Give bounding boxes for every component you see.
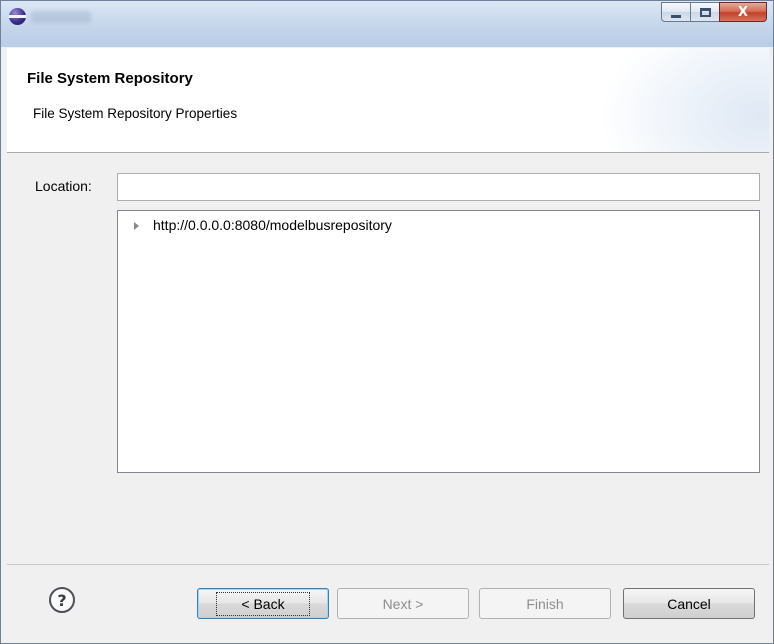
minimize-button[interactable] — [661, 2, 690, 22]
minimize-icon — [671, 14, 681, 18]
expand-arrow-icon[interactable] — [134, 222, 139, 230]
close-icon: X — [737, 4, 749, 20]
help-icon: ? — [57, 590, 67, 610]
wizard-content: Location: http://0.0.0.0:8080/modelbusre… — [7, 154, 769, 564]
maximize-button[interactable] — [690, 2, 719, 22]
eclipse-icon — [9, 8, 26, 25]
maximize-icon — [699, 7, 711, 17]
window-controls: X — [661, 2, 767, 22]
back-button[interactable]: < Back — [197, 588, 329, 619]
header-decoration — [599, 48, 769, 152]
location-input[interactable] — [117, 173, 760, 201]
page-description: File System Repository Properties — [33, 106, 238, 121]
title-bar[interactable]: X — [1, 1, 773, 47]
repository-tree[interactable]: http://0.0.0.0:8080/modelbusrepository — [117, 210, 760, 473]
close-button[interactable]: X — [719, 2, 767, 22]
help-button[interactable]: ? — [49, 587, 75, 613]
cancel-button-label: Cancel — [667, 595, 711, 612]
next-button[interactable]: Next > — [337, 588, 469, 619]
finish-button[interactable]: Finish — [479, 588, 611, 619]
window-title — [31, 11, 91, 23]
footer-divider — [7, 564, 769, 565]
dialog-window: X File System Repository File System Rep… — [0, 0, 774, 644]
finish-button-label: Finish — [526, 595, 564, 612]
tree-item[interactable]: http://0.0.0.0:8080/modelbusrepository — [134, 217, 392, 233]
back-button-label: < Back — [216, 591, 310, 616]
wizard-header: File System Repository File System Repos… — [7, 48, 769, 153]
page-title: File System Repository — [27, 70, 193, 87]
next-button-label: Next > — [382, 595, 424, 612]
cancel-button[interactable]: Cancel — [623, 588, 755, 619]
tree-item-label: http://0.0.0.0:8080/modelbusrepository — [153, 217, 392, 233]
location-label: Location: — [35, 178, 92, 194]
